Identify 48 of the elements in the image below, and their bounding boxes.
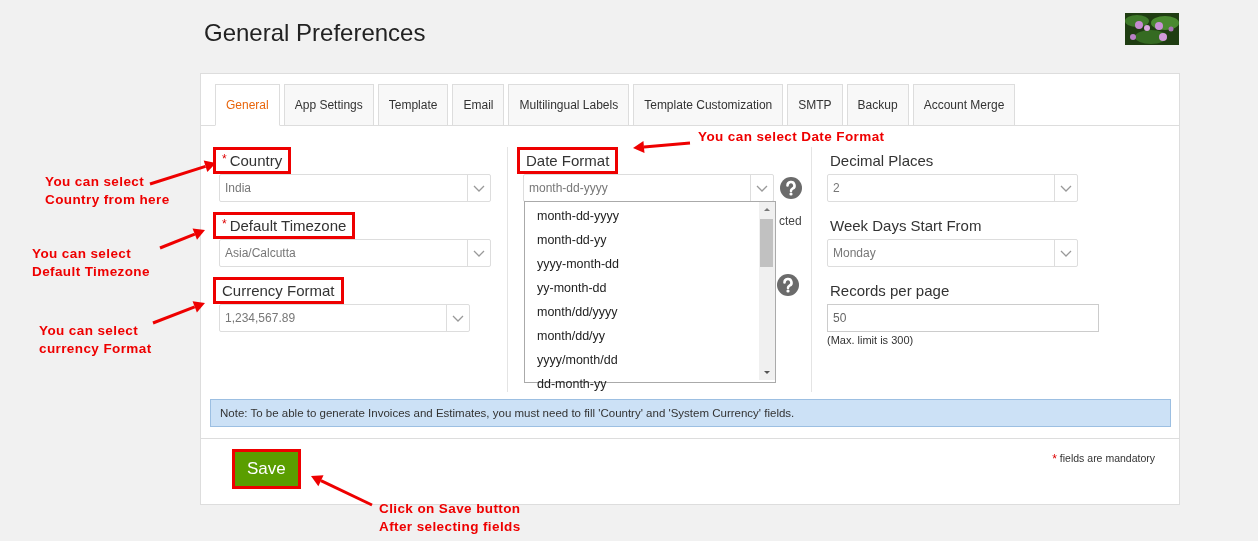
- select-field[interactable]: 1,234,567.89: [219, 304, 470, 332]
- tab[interactable]: SMTP: [787, 84, 843, 125]
- callout-text: You can select currency Format: [39, 322, 152, 358]
- arrow: [149, 160, 216, 186]
- dropdown-option[interactable]: month-dd-yyyy: [525, 204, 759, 228]
- tab[interactable]: Template Customization: [633, 84, 784, 125]
- tab[interactable]: Backup: [846, 84, 909, 125]
- input-field[interactable]: 50: [827, 304, 1099, 332]
- field-label: Records per page: [829, 281, 951, 301]
- select-field[interactable]: Monday: [827, 239, 1078, 267]
- dropdown-option[interactable]: month/dd/yyyy: [525, 300, 759, 324]
- callout-text: You can select Date Format: [698, 128, 885, 146]
- field-label: * Default Timezone: [213, 212, 356, 239]
- checkbox-label: cted: [779, 214, 802, 230]
- dropdown-option[interactable]: yyyy-month-dd: [525, 252, 759, 276]
- dropdown-option[interactable]: month/dd/yy: [525, 324, 759, 348]
- dropdown-option[interactable]: month-dd-yy: [525, 228, 759, 252]
- field-label: * Country: [213, 147, 292, 174]
- scrollbar[interactable]: [759, 202, 775, 380]
- tab[interactable]: Multilingual Labels: [508, 84, 630, 125]
- field-label: Week Days Start From: [829, 216, 983, 236]
- dropdown-option[interactable]: yyyy/month/dd: [525, 348, 759, 372]
- arrow: [152, 301, 205, 325]
- arrow: [159, 228, 205, 250]
- tab[interactable]: App Settings: [283, 84, 374, 125]
- field-label: Decimal Places: [829, 151, 935, 171]
- mandatory-note: * fields are mandatory: [1052, 452, 1155, 468]
- page-title: General Preferences: [204, 19, 426, 47]
- field-label: Currency Format: [213, 277, 344, 304]
- callout-text: You can select Default Timezone: [32, 245, 150, 281]
- select-field[interactable]: month-dd-yyyy: [523, 174, 774, 202]
- help-icon[interactable]: [777, 274, 799, 296]
- callout-text: You can select Country from here: [45, 173, 170, 209]
- tab[interactable]: Email: [452, 84, 505, 125]
- help-icon[interactable]: [780, 177, 802, 199]
- note-banner: Note: To be able to generate Invoices and Estimates, you must need to fill 'Country' and 'System Currency' fields.: [210, 399, 1171, 427]
- hint-text: (Max. limit is 300): [827, 334, 914, 346]
- tab[interactable]: Account Merge: [912, 84, 1016, 125]
- tab[interactable]: Template: [377, 84, 449, 125]
- callout-text: Click on Save button After selecting fields: [379, 500, 521, 536]
- select-field[interactable]: Asia/Calcutta: [219, 239, 491, 267]
- field-label: Date Format: [517, 147, 619, 174]
- select-field[interactable]: 2: [827, 174, 1078, 202]
- dropdown-option[interactable]: yy-month-dd: [525, 276, 759, 300]
- arrow: [633, 141, 691, 153]
- dropdown-option[interactable]: dd-month-yy: [525, 372, 759, 396]
- arrow: [311, 475, 373, 507]
- select-field[interactable]: India: [219, 174, 491, 202]
